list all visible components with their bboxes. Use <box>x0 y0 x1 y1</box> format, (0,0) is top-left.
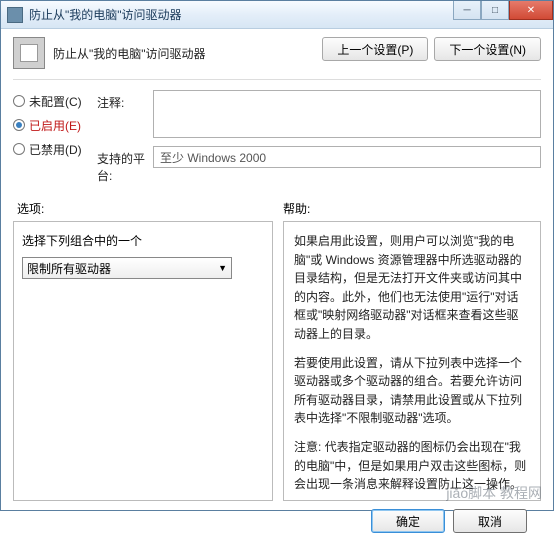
panels: 选择下列组合中的一个 限制所有驱动器 ▼ 如果启用此设置，则用户可以浏览"我的电… <box>13 221 541 501</box>
policy-icon <box>13 37 45 69</box>
form-zone: 未配置(C) 已启用(E) 已禁用(D) 注释: 支持的平台: <box>13 90 541 192</box>
restriction-combo[interactable]: 限制所有驱动器 ▼ <box>22 257 232 279</box>
comment-row: 注释: <box>97 90 541 138</box>
radio-label: 已禁用(D) <box>29 141 82 158</box>
app-icon <box>7 7 23 23</box>
options-instruction: 选择下列组合中的一个 <box>22 232 264 249</box>
policy-title: 防止从"我的电脑"访问驱动器 <box>53 45 206 62</box>
cancel-button[interactable]: 取消 <box>453 509 527 533</box>
radio-icon <box>13 95 25 107</box>
radio-not-configured[interactable]: 未配置(C) <box>13 90 97 112</box>
titlebar[interactable]: 防止从"我的电脑"访问驱动器 <box>1 1 553 29</box>
minimize-button[interactable] <box>453 1 481 20</box>
options-label: 选项: <box>13 200 283 217</box>
dialog-content: 防止从"我的电脑"访问驱动器 上一个设置(P) 下一个设置(N) 未配置(C) … <box>1 29 553 541</box>
window-controls <box>453 1 553 20</box>
platform-label: 支持的平台: <box>97 146 153 184</box>
maximize-button[interactable] <box>481 1 509 20</box>
radio-enabled[interactable]: 已启用(E) <box>13 114 97 136</box>
header-row: 防止从"我的电脑"访问驱动器 上一个设置(P) 下一个设置(N) <box>13 37 541 69</box>
header-left: 防止从"我的电脑"访问驱动器 <box>13 37 322 69</box>
divider <box>13 79 541 80</box>
help-paragraph: 注意: 代表指定驱动器的图标仍会出现在"我的电脑"中，但是如果用户双击这些图标，… <box>294 438 530 494</box>
nav-buttons: 上一个设置(P) 下一个设置(N) <box>322 37 541 61</box>
radio-label: 已启用(E) <box>29 117 81 134</box>
radio-icon <box>13 119 25 131</box>
platform-value: 至少 Windows 2000 <box>153 146 541 168</box>
options-panel: 选择下列组合中的一个 限制所有驱动器 ▼ <box>13 221 273 501</box>
help-panel: 如果启用此设置，则用户可以浏览"我的电脑"或 Windows 资源管理器中所选驱… <box>283 221 541 501</box>
radio-icon <box>13 143 25 155</box>
next-setting-button[interactable]: 下一个设置(N) <box>434 37 541 61</box>
comment-textarea[interactable] <box>153 90 541 138</box>
radio-label: 未配置(C) <box>29 93 82 110</box>
comment-label: 注释: <box>97 90 153 111</box>
chevron-down-icon: ▼ <box>218 263 227 273</box>
section-labels: 选项: 帮助: <box>13 200 541 217</box>
platform-row: 支持的平台: 至少 Windows 2000 <box>97 146 541 184</box>
close-button[interactable] <box>509 1 553 20</box>
ok-button[interactable]: 确定 <box>371 509 445 533</box>
fields-col: 注释: 支持的平台: 至少 Windows 2000 <box>97 90 541 192</box>
help-paragraph: 如果启用此设置，则用户可以浏览"我的电脑"或 Windows 资源管理器中所选驱… <box>294 232 530 344</box>
help-label: 帮助: <box>283 200 541 217</box>
radio-disabled[interactable]: 已禁用(D) <box>13 138 97 160</box>
dialog-window: 防止从"我的电脑"访问驱动器 防止从"我的电脑"访问驱动器 上一个设置(P) 下… <box>0 0 554 511</box>
help-paragraph: 若要使用此设置，请从下拉列表中选择一个驱动器或多个驱动器的组合。若要允许访问所有… <box>294 354 530 428</box>
prev-setting-button[interactable]: 上一个设置(P) <box>322 37 428 61</box>
radio-group: 未配置(C) 已启用(E) 已禁用(D) <box>13 90 97 192</box>
combo-value: 限制所有驱动器 <box>27 260 111 277</box>
dialog-footer: 确定 取消 <box>13 501 541 533</box>
